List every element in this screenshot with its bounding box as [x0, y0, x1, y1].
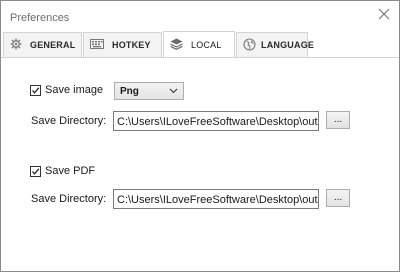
- pdf-browse-button[interactable]: ...: [326, 189, 350, 207]
- save-image-label: Save image: [45, 84, 104, 96]
- tab-label-general: GENERAL: [30, 40, 76, 50]
- globe-icon: [243, 37, 256, 53]
- tab-local[interactable]: LOCAL: [163, 31, 235, 57]
- window-title: Preferences: [10, 12, 70, 24]
- image-directory-value: C:\Users\ILoveFreeSoftware\Desktop\outpu…: [117, 116, 319, 128]
- tab-language[interactable]: LANGUAGE: [236, 32, 314, 57]
- preferences-window: Preferences GENERAL HOTKEY LOCAL LANGUAG…: [0, 0, 400, 272]
- save-pdf-label: Save PDF: [45, 165, 96, 177]
- image-browse-button[interactable]: ...: [326, 111, 350, 129]
- save-image-checkbox[interactable]: [30, 85, 41, 96]
- gear-icon: [10, 38, 22, 52]
- title-bar: Preferences: [1, 1, 399, 32]
- pdf-directory-label: Save Directory:: [31, 193, 107, 205]
- tab-divider: [1, 57, 399, 58]
- image-format-value: Png: [120, 86, 139, 97]
- pdf-directory-field[interactable]: C:\Users\ILoveFreeSoftware\Desktop\outpu…: [113, 189, 319, 209]
- tab-general[interactable]: GENERAL: [3, 32, 82, 57]
- image-directory-label: Save Directory:: [31, 115, 107, 127]
- tab-label-language: LANGUAGE: [261, 40, 315, 50]
- chevron-down-icon: [169, 86, 178, 98]
- pdf-browse-label: ...: [333, 192, 343, 203]
- close-icon[interactable]: [377, 8, 391, 22]
- keyboard-icon: [90, 39, 104, 51]
- tab-hotkey[interactable]: HOTKEY: [83, 32, 162, 57]
- pdf-directory-value: C:\Users\ILoveFreeSoftware\Desktop\outpu…: [117, 194, 319, 206]
- stack-icon: [170, 38, 183, 52]
- image-format-select[interactable]: Png: [114, 82, 184, 100]
- tab-label-hotkey: HOTKEY: [112, 40, 151, 50]
- save-pdf-checkbox[interactable]: [30, 166, 41, 177]
- image-browse-label: ...: [333, 114, 343, 125]
- tab-label-local: LOCAL: [191, 39, 222, 50]
- image-directory-field[interactable]: C:\Users\ILoveFreeSoftware\Desktop\outpu…: [113, 111, 319, 131]
